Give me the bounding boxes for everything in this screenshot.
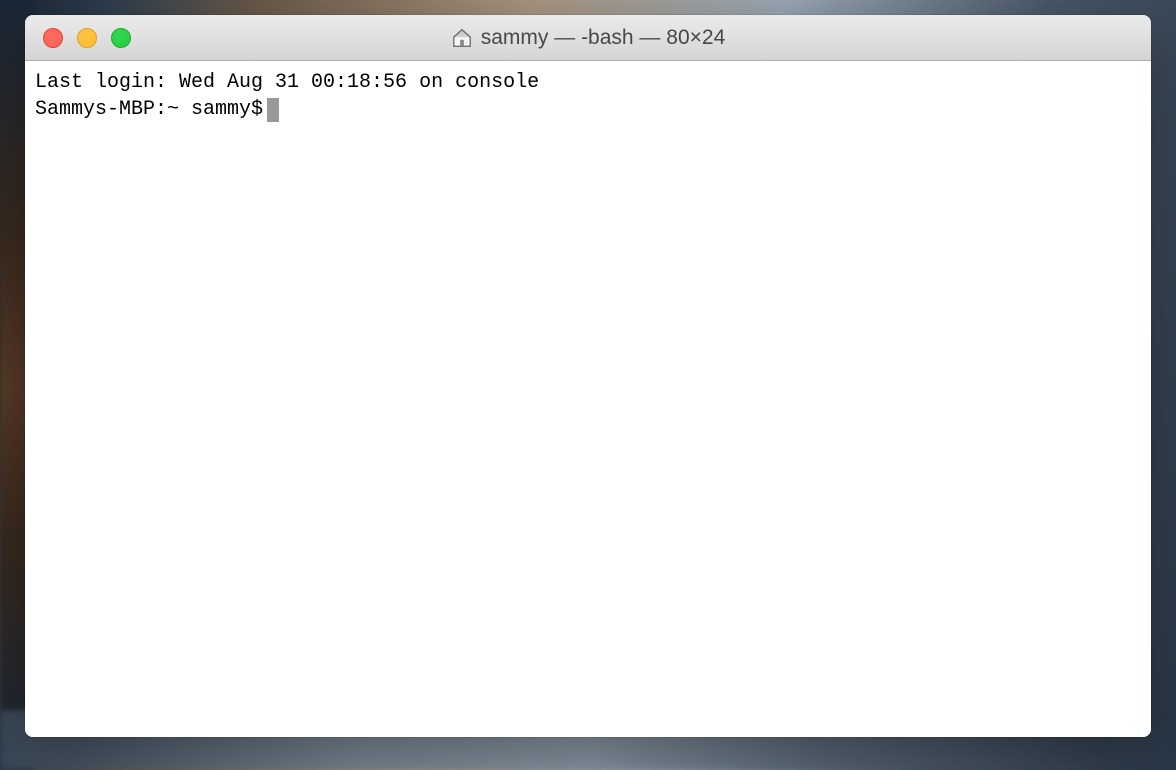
terminal-window: sammy — -bash — 80×24 Last login: Wed Au… (25, 15, 1151, 737)
home-icon (451, 27, 473, 49)
minimize-button[interactable] (77, 28, 97, 48)
terminal-content[interactable]: Last login: Wed Aug 31 00:18:56 on conso… (25, 61, 1151, 737)
zoom-button[interactable] (111, 28, 131, 48)
prompt-line: Sammys-MBP:~ sammy$ (35, 96, 1141, 123)
close-button[interactable] (43, 28, 63, 48)
shell-prompt: Sammys-MBP:~ sammy$ (35, 96, 263, 123)
window-title: sammy — -bash — 80×24 (25, 26, 1151, 50)
window-titlebar[interactable]: sammy — -bash — 80×24 (25, 15, 1151, 61)
window-title-text: sammy — -bash — 80×24 (481, 26, 726, 50)
last-login-line: Last login: Wed Aug 31 00:18:56 on conso… (35, 69, 1141, 96)
traffic-lights (25, 28, 131, 48)
cursor (267, 98, 279, 122)
